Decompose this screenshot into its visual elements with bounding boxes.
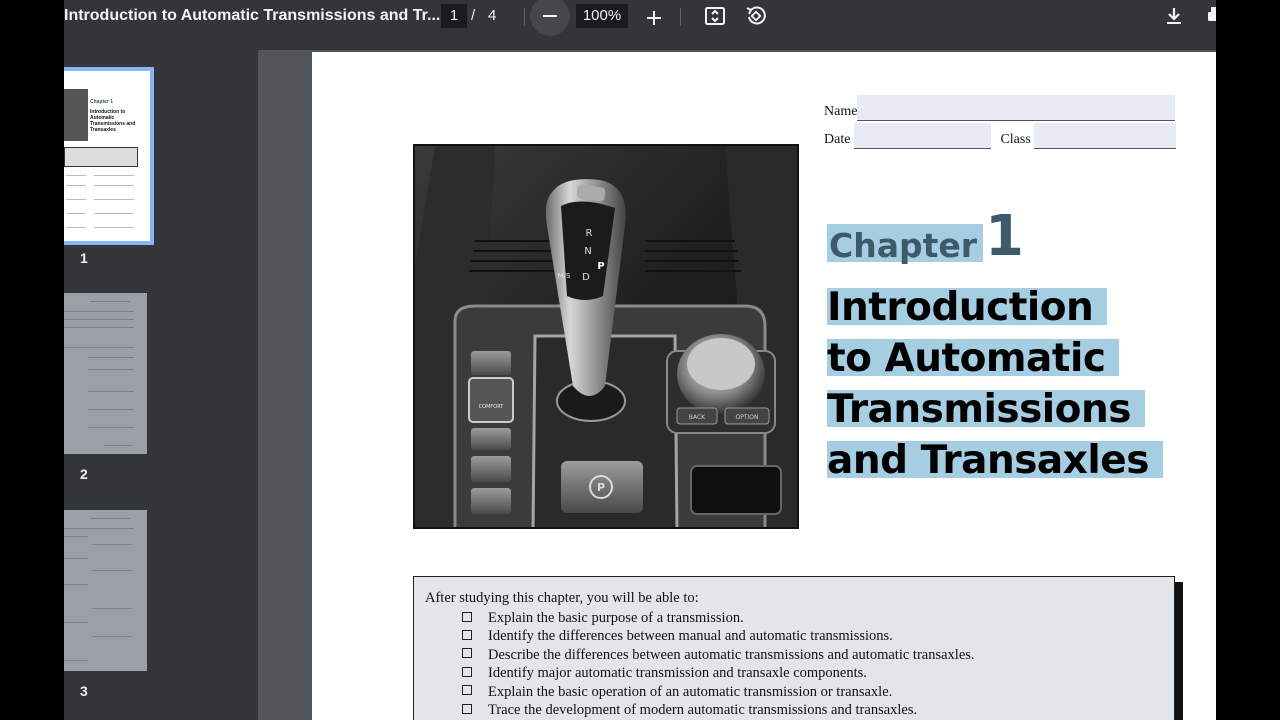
objectives-box: After studying this chapter, you will be… [413,576,1175,720]
page-total: 4 [488,7,497,24]
toolbar: Introduction to Automatic Transmissions … [64,0,1216,50]
title-line: Transmissions [827,390,1163,441]
shifter-r: R [586,228,593,239]
class-field[interactable] [1034,123,1177,149]
name-field[interactable] [857,95,1176,121]
page-thumbnail-2[interactable] [64,293,147,454]
objective-item: Explain the basic operation of an automa… [462,683,975,701]
checkbox-icon [462,611,472,622]
title-line: Introduction [827,288,1163,339]
thumbnail-chapter-label: Chapter [90,99,109,105]
park-brake-label: P [597,481,605,494]
page-thumbnail-1[interactable]: Chapter 1 Introduction to Automatic Tran… [64,67,154,245]
shifter-p: P [597,261,604,272]
thumbnail-number: 1 [80,250,88,266]
shifter-n: N [584,246,591,257]
checkbox-icon [462,666,472,677]
shifter-ms: M/S [558,272,571,280]
class-label: Class [1000,132,1031,147]
objective-item: Identify the differences between manual … [462,627,975,645]
objective-item: Trace the development of modern automati… [462,701,975,719]
page-thumbnail-3[interactable] [64,510,147,671]
objectives-list: Explain the basic purpose of a transmiss… [462,609,975,719]
date-class-row: Date Class [824,123,1177,149]
toolbar-divider [524,8,525,26]
back-label: BACK [689,414,706,421]
zoom-in-icon[interactable] [642,6,666,30]
objective-item: Describe the differences between automat… [462,646,975,664]
objective-item: Explain the basic purpose of a transmiss… [462,609,975,627]
fit-page-icon[interactable] [703,4,727,28]
pdf-viewer: Introduction to Automatic Transmissions … [64,0,1216,720]
chapter-label: Chapter [827,224,984,265]
title-line: and Transaxles [827,441,1163,492]
date-label: Date [824,132,851,147]
download-icon[interactable] [1162,4,1186,28]
checkbox-icon [462,630,472,641]
chapter-heading: Chapter 1 [827,204,1025,269]
rotate-icon[interactable] [744,4,768,28]
thumbnail-title: Introduction to Automatic Transmissions … [90,109,136,133]
document-title: Introduction to Automatic Transmissions … [64,7,441,24]
objectives-intro: After studying this chapter, you will be… [425,590,699,606]
thumbnail-chapter-number: 1 [110,99,114,105]
pdf-page: Name Date Class COMFORT P R N D M/S P BA… [312,52,1216,720]
print-icon[interactable] [1204,4,1216,28]
thumbnail-number: 2 [80,466,88,482]
name-label: Name [824,104,858,119]
shifter-d: D [582,272,590,283]
checkbox-icon [462,685,472,696]
thumbnail-number: 3 [80,683,88,699]
page-separator: / [471,7,476,24]
option-label: OPTION [736,414,759,421]
name-row: Name [824,95,1176,121]
chapter-number: 1 [985,204,1025,269]
date-field[interactable] [853,123,991,149]
toolbar-divider [680,8,681,26]
gear-shifter-photo: COMFORT P R N D M/S P BACK OPTION [413,144,799,529]
thumbnail-photo [64,89,88,141]
checkbox-icon [462,703,472,714]
page-number-input[interactable]: 1 [441,4,467,28]
chapter-title: Introduction to Automatic Transmissions … [827,288,1163,492]
objective-item: Identify major automatic transmission an… [462,664,975,682]
comfort-label: COMFORT [479,404,505,410]
checkbox-icon [462,648,472,659]
thumbnail-sidebar: Chapter 1 Introduction to Automatic Tran… [64,50,258,720]
zoom-out-icon[interactable] [530,0,570,36]
thumbnail-objectives-box [64,147,138,167]
zoom-input[interactable]: 100% [576,4,628,28]
title-line: to Automatic [827,339,1163,390]
